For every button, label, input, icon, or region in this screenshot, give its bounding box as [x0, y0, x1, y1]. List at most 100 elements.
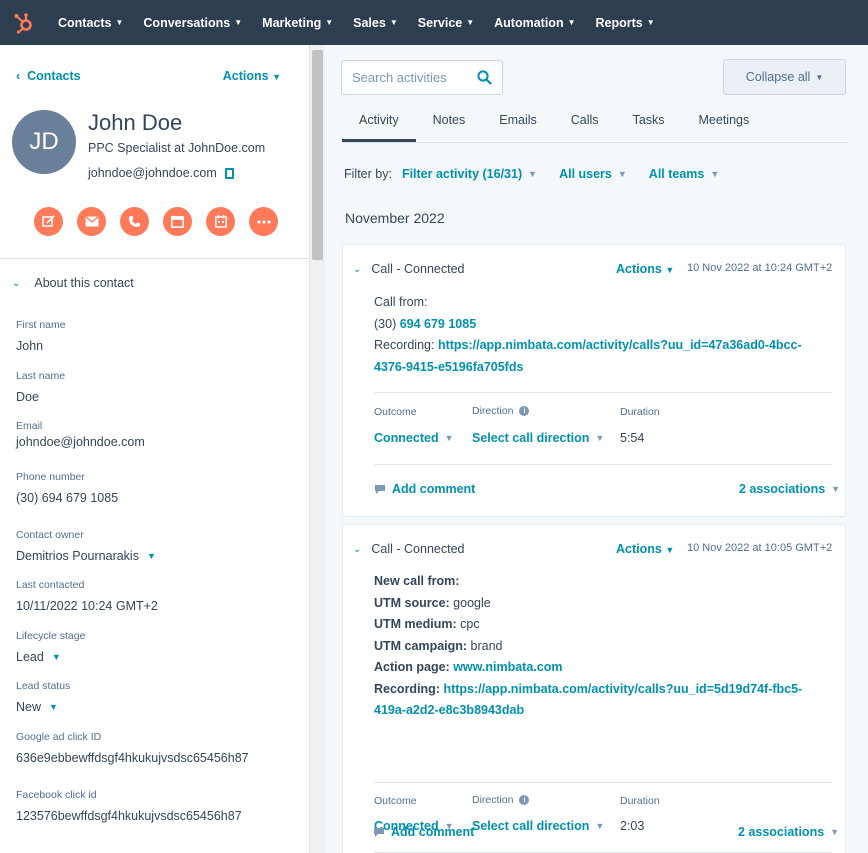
nav-conversations[interactable]: Conversations ▼ — [133, 0, 252, 45]
recording-link-continued[interactable]: 4376-9415-e5196fa705fds — [374, 357, 814, 379]
prop-email[interactable]: Email johndoe@johndoe.com — [16, 420, 145, 449]
filter-activity-label: Filter activity (16/31) — [401, 167, 523, 181]
nav-service[interactable]: Service ▼ — [408, 0, 484, 45]
collapse-all-button[interactable]: Collapse all ▼ — [723, 59, 846, 95]
prop-value-row: Demitrios Pournarakis ▼ — [16, 549, 156, 563]
prop-facebook-click-id[interactable]: Facebook click id 123576bewffdsgf4hkukuj… — [16, 789, 242, 823]
phone-icon — [129, 216, 140, 227]
body-line: (30) 694 679 1085 — [374, 314, 814, 336]
nav-sales[interactable]: Sales ▼ — [343, 0, 408, 45]
action-page-link[interactable]: www.nimbata.com — [453, 660, 562, 674]
meeting-button[interactable] — [206, 207, 235, 236]
duration-value: 5:54 — [620, 431, 645, 445]
avatar[interactable]: JD — [12, 110, 76, 174]
chevron-down-icon: ⌄ — [12, 277, 21, 289]
body-line: UTM campaign: brand — [374, 636, 814, 658]
tab-calls[interactable]: Calls — [554, 110, 616, 142]
tab-emails[interactable]: Emails — [482, 110, 554, 142]
prop-first-name[interactable]: First name John — [16, 319, 66, 353]
actions-label: Actions — [222, 69, 269, 83]
email-button[interactable] — [77, 207, 106, 236]
search-icon[interactable] — [477, 70, 492, 85]
add-comment-button[interactable]: Add comment — [374, 482, 475, 496]
note-button[interactable] — [34, 207, 63, 236]
direction-dropdown[interactable]: Select call direction ▼ — [472, 431, 604, 445]
tab-activity[interactable]: Activity — [342, 110, 416, 142]
task-button[interactable] — [163, 207, 192, 236]
nav-contacts[interactable]: Contacts ▼ — [48, 0, 133, 45]
chevron-down-icon[interactable]: ▼ — [49, 702, 58, 712]
comment-icon — [374, 827, 384, 837]
body-line: UTM medium: cpc — [374, 614, 814, 636]
prop-value: (30) 694 679 1085 — [16, 491, 119, 505]
nav-automation[interactable]: Automation ▼ — [484, 0, 585, 45]
chevron-down-icon[interactable]: ▼ — [147, 551, 156, 561]
prop-label: Lifecycle stage — [16, 630, 86, 642]
prop-contact-owner[interactable]: Contact owner Demitrios Pournarakis ▼ — [16, 529, 156, 563]
recording-link[interactable]: https://app.nimbata.com/activity/calls?u… — [443, 682, 802, 696]
sidebar-scrollbar-thumb[interactable] — [312, 50, 323, 260]
back-to-contacts-link[interactable]: ‹ Contacts — [16, 69, 81, 83]
call-button[interactable] — [120, 207, 149, 236]
tab-notes[interactable]: Notes — [416, 110, 483, 142]
sidebar-actions-button[interactable]: Actions ▼ — [223, 69, 281, 83]
add-comment-label: Add comment — [392, 482, 476, 496]
add-comment-button[interactable]: Add comment — [373, 825, 474, 839]
utm-campaign-value: brand — [467, 638, 503, 653]
body-line: Recording: https://app.nimbata.com/activ… — [374, 679, 814, 701]
all-users-dropdown[interactable]: All users ▼ — [559, 167, 627, 181]
card-actions-button[interactable]: Actions ▼ — [616, 542, 674, 556]
prop-last-contacted[interactable]: Last contacted 10/11/2022 10:24 GMT+2 — [16, 579, 158, 613]
duration-value: 2:03 — [620, 819, 645, 833]
outcome-dropdown[interactable]: Connected ▼ — [374, 431, 454, 445]
filter-activity-dropdown[interactable]: Filter activity (16/31) ▼ — [402, 167, 537, 181]
prop-lead-status[interactable]: Lead status New ▼ — [16, 680, 70, 714]
prop-value: Doe — [16, 390, 39, 404]
quick-actions — [34, 207, 278, 236]
associations-label: 2 associations — [738, 825, 825, 839]
prop-google-click-id[interactable]: Google ad click ID 636e9ebbewffdsgf4hkuk… — [16, 731, 249, 765]
body-line: Recording: https://app.nimbata.com/activ… — [374, 335, 814, 357]
card-header[interactable]: ⌄ Call - Connected — [353, 542, 465, 556]
prop-lifecycle-stage[interactable]: Lifecycle stage Lead ▼ — [16, 630, 85, 664]
recording-link-continued[interactable]: 419a-a2d2-e8c3b8943dab — [374, 700, 814, 722]
prop-value: 10/11/2022 10:24 GMT+2 — [16, 599, 158, 613]
outcome-value: Connected — [374, 431, 439, 445]
tab-meetings[interactable]: Meetings — [682, 110, 767, 142]
sidebar-divider — [0, 258, 309, 259]
associations-label: 2 associations — [739, 482, 826, 496]
info-icon[interactable]: i — [519, 406, 530, 416]
prop-value: John — [16, 339, 44, 353]
chevron-down-icon: ▼ — [595, 821, 605, 831]
chevron-down-icon[interactable]: ▼ — [52, 652, 61, 662]
nav-marketing[interactable]: Marketing ▼ — [252, 0, 343, 45]
prop-last-name[interactable]: Last name Doe — [16, 370, 65, 404]
nav-label: Service — [417, 15, 463, 30]
info-icon[interactable]: i — [519, 795, 530, 805]
chevron-down-icon[interactable]: ⌄ — [353, 264, 361, 275]
more-button[interactable] — [249, 207, 278, 236]
search-activities-input[interactable]: Search activities — [341, 60, 503, 95]
card-header[interactable]: ⌄ Call - Connected — [353, 262, 465, 276]
associations-dropdown[interactable]: 2 associations ▼ — [738, 825, 839, 839]
card-date: 10 Nov 2022 at 10:05 GMT+2 — [687, 542, 833, 554]
chevron-down-icon[interactable]: ⌄ — [353, 544, 361, 555]
card-separator — [374, 464, 832, 465]
chevron-down-icon: ▼ — [466, 18, 475, 27]
all-teams-dropdown[interactable]: All teams ▼ — [649, 167, 720, 181]
nav-reports[interactable]: Reports ▼ — [586, 0, 665, 45]
copy-icon[interactable] — [224, 167, 234, 179]
chevron-down-icon: ▼ — [665, 545, 675, 555]
prop-phone[interactable]: Phone number (30) 694 679 1085 — [16, 471, 118, 505]
prop-label: Email — [16, 420, 43, 432]
hubspot-logo-icon[interactable] — [0, 0, 48, 45]
card-actions-button[interactable]: Actions ▼ — [616, 262, 674, 276]
outcome-label: Outcome — [374, 795, 417, 807]
about-section-toggle[interactable]: ⌄ About this contact — [12, 276, 134, 290]
tab-tasks[interactable]: Tasks — [616, 110, 682, 142]
prop-value: New — [16, 700, 42, 714]
recording-link[interactable]: https://app.nimbata.com/activity/calls?u… — [438, 338, 802, 352]
associations-dropdown[interactable]: 2 associations ▼ — [739, 482, 840, 496]
direction-dropdown[interactable]: Select call direction ▼ — [472, 819, 604, 833]
phone-link[interactable]: 694 679 1085 — [400, 317, 476, 331]
